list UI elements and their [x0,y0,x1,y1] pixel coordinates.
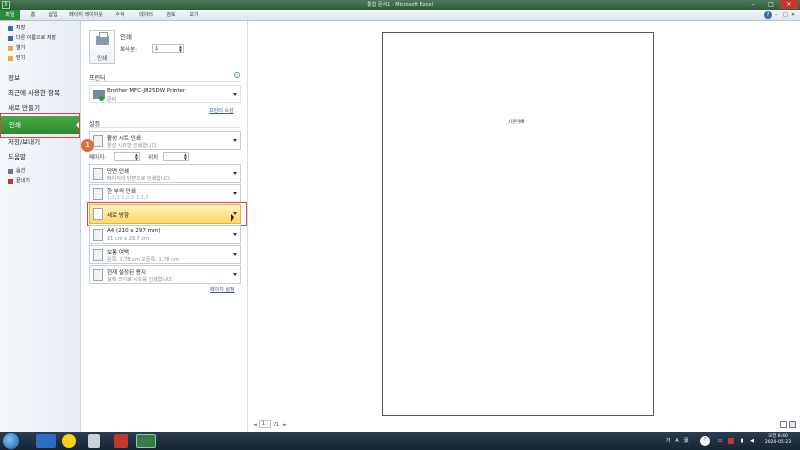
paper-size-dropdown[interactable]: A4 (210 x 297 mm) 21 cm x 29.7 cm [89,225,241,244]
tab-view[interactable]: 보기 [184,10,204,20]
printer-dropdown[interactable]: Brother MFC-J825DW Printer 준비 [89,85,241,103]
sides-dropdown[interactable]: 단면 인쇄 페이지의 단면으로 인쇄합니다. [89,164,241,183]
nav-save-as[interactable]: 다른 이름으로 저장 [8,34,78,43]
tray-lang-icon[interactable]: 가 [664,437,672,445]
nav-save-send[interactable]: 저장/보내기 [8,135,78,149]
one-sided-icon [93,168,103,180]
next-page-button[interactable]: ► [283,422,287,428]
nav-info[interactable]: 정보 [8,71,78,85]
sheet-icon [93,135,103,147]
divider [89,127,241,128]
divider [89,81,241,82]
tray-help-icon[interactable]: ? [700,436,710,446]
nav-help[interactable]: 도움말 [8,150,78,164]
page-header-text: 시온아빠 [508,120,525,125]
tab-insert[interactable]: 삽입 [42,10,64,20]
tray-flag-icon[interactable] [728,438,734,444]
nav-exit[interactable]: 끝내기 [8,177,78,186]
zoom-to-page-icon[interactable] [789,421,796,428]
folder-icon [8,46,13,51]
nav-close[interactable]: 닫기 [8,54,78,63]
tray-keyboard-icon[interactable]: ▭ [716,437,724,445]
chevron-down-icon [233,93,237,96]
chevron-down-icon [233,253,237,256]
ie-taskbar-icon[interactable] [36,434,56,448]
annotation-box-orientation [87,202,247,226]
prev-page-button[interactable]: ◄ [253,422,257,428]
stepper-arrows-icon[interactable]: ▲ ▼ [135,153,138,161]
acrobat-taskbar-icon[interactable] [114,434,128,448]
mouse-cursor-icon [231,214,234,222]
status-ready-icon [99,96,104,101]
margins-icon [93,249,103,261]
chevron-down-icon [233,192,237,195]
print-button[interactable]: 인쇄 [89,30,115,64]
ribbon-close-icon[interactable]: ✕ [791,10,795,20]
ribbon-minimize-icon[interactable]: – [775,10,778,20]
printer-properties-link[interactable]: 프린터 속성 [209,107,234,114]
chevron-down-icon [233,273,237,276]
scaling-icon [93,269,103,281]
margins-dropdown[interactable]: 보통 여백 왼쪽: 1.78 cm 오른쪽: 1.78 cm [89,245,241,264]
copies-label: 복사본: [120,47,138,53]
close-button[interactable]: ✕ [780,0,798,9]
scaling-dropdown[interactable]: 현재 설정된 용지 실제 크기로 시트를 인쇄합니다. [89,265,241,284]
tray-network-icon[interactable]: ▮ [738,437,746,445]
show-margins-icon[interactable] [780,421,787,428]
taskbar-clock[interactable]: 오전 8:40 2020-05-23 [758,434,798,446]
pages-to-stepper[interactable]: ▲ ▼ [163,152,189,161]
nav-save[interactable]: 저장 [8,24,78,33]
tab-home[interactable]: 홈 [24,10,42,20]
tray-hanja-icon[interactable]: 漢 [682,437,690,445]
page-number-input[interactable]: 1 [259,420,271,428]
paper-size-icon [93,229,103,241]
start-button[interactable] [3,433,19,449]
printer-icon [96,32,109,45]
copies-stepper[interactable]: 1 ▲ ▼ [152,44,184,53]
preview-page [382,32,654,416]
info-icon[interactable]: i [234,72,240,78]
explorer-taskbar-icon[interactable] [88,434,100,448]
excel-taskbar-icon[interactable] [136,434,156,448]
options-icon [8,169,13,174]
folder-close-icon [8,56,13,61]
chevron-down-icon [233,139,237,142]
excel-app-icon[interactable]: X [2,1,10,9]
minimize-button[interactable]: – [744,0,762,9]
tray-input-icon[interactable]: A [673,437,681,445]
kakaotalk-taskbar-icon[interactable] [62,434,76,448]
collate-dropdown[interactable]: 한 부씩 인쇄 1,2,3 1,2,3 1,2,3 [89,184,241,203]
tab-formulas[interactable]: 수식 [110,10,130,20]
pages-to-label: 위치 [148,155,159,161]
annotation-badge-1: 1 [81,139,94,152]
page-setup-link[interactable]: 페이지 설정 [210,286,235,293]
ribbon-restore-icon[interactable]: □ [783,10,788,20]
window-title: 통합 문서1 - Microsoft Excel [367,2,433,8]
collate-icon [93,188,103,200]
chevron-down-icon [233,233,237,236]
maximize-button[interactable]: □ [762,0,780,9]
save-as-icon [8,36,13,41]
chevron-down-icon [233,172,237,175]
pages-label: 페이지: [89,155,107,161]
exit-icon [8,179,13,184]
print-section-title: 인쇄 [120,33,132,41]
tab-review[interactable]: 검토 [160,10,182,20]
nav-recent[interactable]: 최근에 사용한 항목 [8,86,78,100]
save-icon [8,26,13,31]
stepper-arrows-icon[interactable]: ▲ ▼ [179,45,182,53]
tab-data[interactable]: 데이터 [134,10,158,20]
nav-options[interactable]: 옵션 [8,167,78,176]
tray-volume-icon[interactable]: ◀ [748,437,756,445]
nav-open[interactable]: 열기 [8,44,78,53]
page-total: /1 [274,422,279,428]
pages-from-stepper[interactable]: ▲ ▼ [114,152,140,161]
stepper-arrows-icon[interactable]: ▲ ▼ [184,153,187,161]
tab-file[interactable]: 파일 [0,10,20,20]
tab-page-layout[interactable]: 페이지 레이아웃 [64,10,108,20]
print-what-dropdown[interactable]: 활성 시트 인쇄 활성 시트만 인쇄합니다. [89,131,241,150]
help-icon[interactable]: ? [764,11,772,19]
